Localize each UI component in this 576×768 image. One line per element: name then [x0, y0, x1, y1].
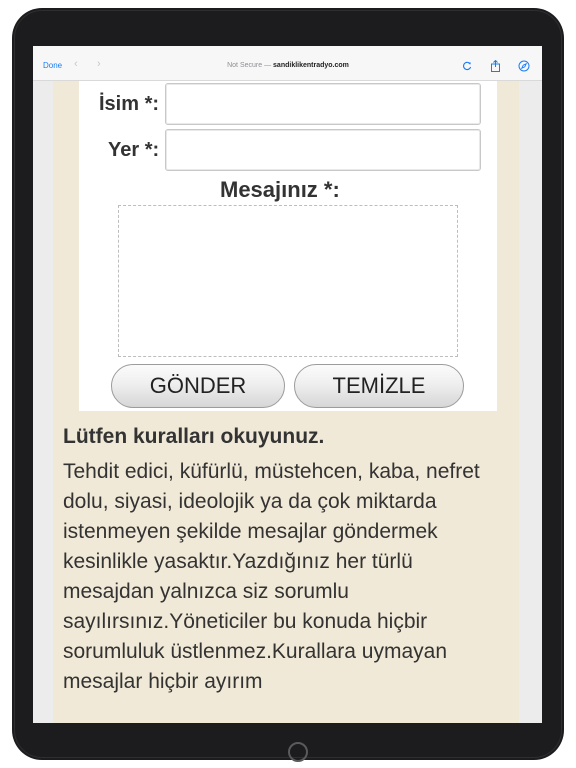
forward-arrow-icon[interactable]: ›	[97, 58, 101, 70]
web-content: İsim *: Yer *: Mesajınız *: GÖNDER TEMİZ…	[33, 81, 542, 723]
name-label: İsim *:	[99, 93, 160, 115]
rules-text: Tehdit edici, küfürlü, müstehcen, kaba, …	[63, 460, 480, 693]
home-button[interactable]	[288, 742, 308, 762]
browser-toolbar: Done ‹ › Not Secure — sandiklikentradyo.…	[33, 46, 542, 81]
place-label: Yer *:	[108, 139, 160, 161]
address-bar[interactable]: Not Secure — sandiklikentradyo.com	[213, 62, 363, 69]
security-label: Not Secure —	[227, 62, 272, 69]
done-button[interactable]: Done	[43, 61, 62, 70]
compass-icon[interactable]	[518, 60, 530, 72]
reset-button[interactable]: TEMİZLE	[294, 364, 464, 408]
back-arrow-icon[interactable]: ‹	[74, 58, 78, 70]
reload-icon[interactable]	[461, 60, 473, 72]
message-form: İsim *: Yer *: Mesajınız *: GÖNDER TEMİZ…	[79, 81, 497, 411]
message-textarea[interactable]	[118, 205, 458, 357]
screen: Done ‹ › Not Secure — sandiklikentradyo.…	[33, 46, 542, 723]
submit-button[interactable]: GÖNDER	[111, 364, 285, 408]
name-input[interactable]	[165, 83, 481, 125]
share-icon[interactable]	[489, 60, 501, 72]
url-domain: sandiklikentradyo.com	[273, 62, 349, 69]
message-label: Mesajınız *:	[220, 177, 340, 202]
rules-title: Lütfen kuralları okuyunuz.	[63, 425, 325, 448]
place-input[interactable]	[165, 129, 481, 171]
